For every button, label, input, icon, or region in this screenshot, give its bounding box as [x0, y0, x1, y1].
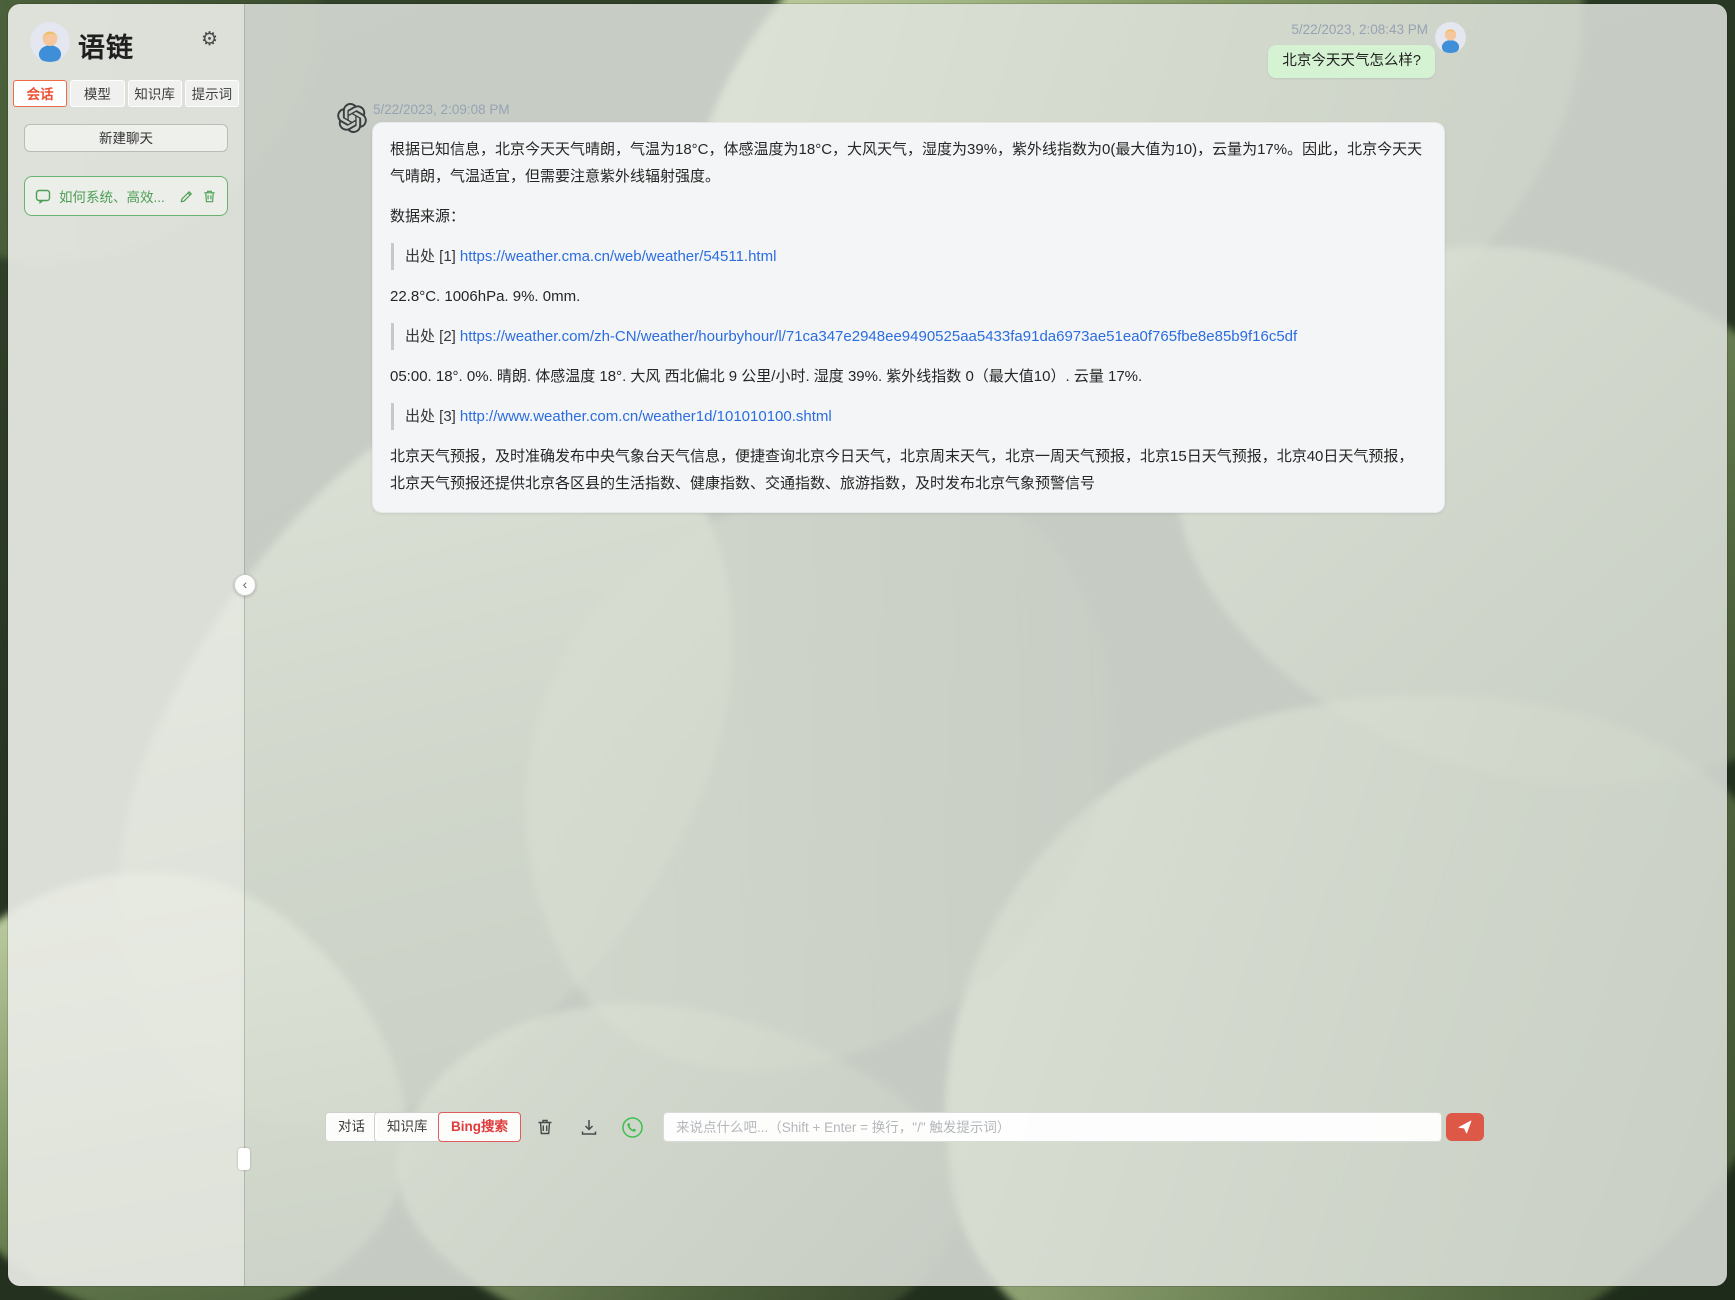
scrollbar-thumb[interactable] [238, 1148, 250, 1170]
source-label: 出处 [3] [405, 408, 456, 425]
source-label: 出处 [1] [405, 248, 456, 265]
chat-list-item[interactable]: 如何系统、高效... [24, 176, 228, 216]
clear-trash-icon[interactable] [535, 1117, 557, 1139]
paper-plane-icon [1458, 1120, 1472, 1134]
source-quote-2: 出处 [2] https://weather.com/zh-CN/weather/… [391, 323, 1427, 350]
sidebar-collapse-button[interactable]: ‹ [234, 574, 256, 596]
assistant-paragraph: 根据已知信息，北京今天天气晴朗，气温为18°C，体感温度为18°C，大风天气，湿… [390, 141, 1423, 185]
new-chat-button[interactable]: 新建聊天 [24, 124, 228, 152]
assistant-sources-label: 数据来源： [390, 208, 466, 225]
source-link-1[interactable]: https://weather.cma.cn/web/weather/54511… [460, 248, 777, 265]
app-title: 语链 [78, 33, 134, 63]
source-quote-1: 出处 [1] https://weather.cma.cn/web/weather… [391, 243, 1427, 270]
sidebar: 语链 ⚙ 会话 模型 知识库 提示词 新建聊天 如何系统、高效... [8, 4, 250, 1286]
settings-gear-icon[interactable]: ⚙ [201, 30, 218, 49]
chat-bubble-icon [35, 189, 51, 204]
assistant-openai-avatar [337, 103, 367, 134]
tab-knowledge-base[interactable]: 知识库 [127, 80, 182, 107]
delete-trash-icon[interactable] [202, 189, 217, 204]
user-avatar [30, 22, 70, 62]
whatsapp-phone-icon[interactable] [622, 1117, 644, 1139]
user-message-timestamp: 5/22/2023, 2:08:43 PM [1291, 22, 1428, 37]
source-label: 出处 [2] [405, 328, 456, 345]
assistant-message-bubble: 根据已知信息，北京今天天气晴朗，气温为18°C，体感温度为18°C，大风天气，湿… [372, 122, 1445, 513]
assistant-detail: 22.8°C. 1006hPa. 9%. 0mm. [390, 288, 581, 305]
mode-chat-button[interactable]: 对话 [325, 1112, 378, 1142]
desktop: 语链 ⚙ 会话 模型 知识库 提示词 新建聊天 如何系统、高效... ‹ 5/2… [0, 0, 1735, 1300]
source-link-3[interactable]: http://www.weather.com.cn/weather1d/1010… [460, 408, 832, 425]
edit-pencil-icon[interactable] [179, 189, 194, 204]
source-link-2[interactable]: https://weather.com/zh-CN/weather/hourby… [460, 328, 1297, 345]
tab-prompts[interactable]: 提示词 [184, 80, 239, 107]
source-quote-3: 出处 [3] http://www.weather.com.cn/weather1… [391, 403, 1427, 430]
assistant-paragraph: 北京天气预报，及时准确发布中央气象台天气信息，便捷查询北京今日天气，北京周末天气… [390, 448, 1414, 492]
input-toolbar: 对话 知识库 Bing搜索 [245, 1112, 1727, 1144]
tab-models[interactable]: 模型 [70, 80, 125, 107]
user-message-bubble: 北京今天天气怎么样? [1268, 45, 1435, 78]
sidebar-header: 语链 ⚙ [8, 20, 244, 68]
assistant-detail: 05:00. 18°. 0%. 晴朗. 体感温度 18°. 大风 西北偏北 9 … [390, 368, 1143, 385]
assistant-message-timestamp: 5/22/2023, 2:09:08 PM [373, 102, 510, 117]
message-input[interactable] [663, 1112, 1442, 1142]
sidebar-tabs: 会话 模型 知识库 提示词 [13, 80, 239, 107]
user-avatar [1435, 22, 1466, 53]
mode-knowledge-base-button[interactable]: 知识库 [374, 1112, 441, 1142]
send-button[interactable] [1446, 1113, 1484, 1141]
mode-bing-search-button[interactable]: Bing搜索 [438, 1112, 521, 1142]
app-window: 语链 ⚙ 会话 模型 知识库 提示词 新建聊天 如何系统、高效... ‹ 5/2… [8, 4, 1727, 1286]
chat-area: 5/22/2023, 2:08:43 PM 北京今天天气怎么样? 5/22/20… [245, 4, 1727, 1286]
tab-conversations[interactable]: 会话 [13, 80, 68, 107]
export-download-icon[interactable] [579, 1117, 601, 1139]
chat-item-title: 如何系统、高效... [59, 190, 165, 205]
